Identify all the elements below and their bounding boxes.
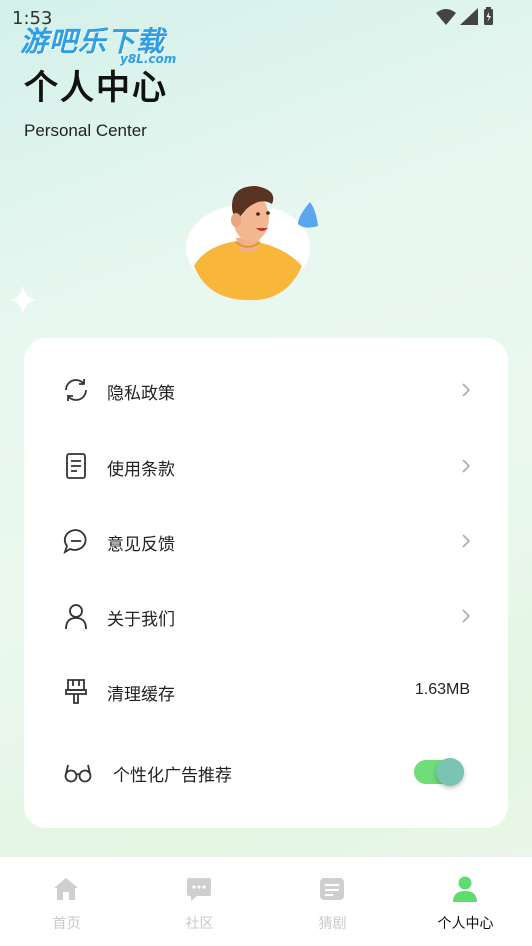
menu-label: 使用条款 xyxy=(107,460,175,480)
cache-size: 1.63MB xyxy=(414,681,470,698)
settings-card: 隐私政策 使用条款 意见反馈 关于我们 清理缓存 1.63MB 个性化广告推荐 xyxy=(24,338,508,828)
status-icons xyxy=(436,7,493,25)
menu-item-feedback[interactable]: 意见反馈 xyxy=(24,511,508,571)
tab-home[interactable]: 首页 xyxy=(0,857,133,946)
menu-item-personalized-ads: 个性化广告推荐 xyxy=(24,742,508,802)
menu-item-terms-of-use[interactable]: 使用条款 xyxy=(24,436,508,496)
signal-icon xyxy=(460,8,478,25)
menu-label: 关于我们 xyxy=(107,610,175,630)
refresh-icon xyxy=(65,379,87,401)
person-icon xyxy=(65,604,87,630)
tab-personal-center[interactable]: 个人中心 xyxy=(399,857,532,946)
toggle-knob xyxy=(436,758,464,786)
bottom-tab-bar: 首页 社区 猜剧 个人中心 xyxy=(0,856,532,946)
menu-item-about-us[interactable]: 关于我们 xyxy=(24,586,508,646)
menu-label: 隐私政策 xyxy=(107,384,175,404)
chevron-right-icon xyxy=(462,534,471,548)
menu-item-clear-cache[interactable]: 清理缓存 1.63MB xyxy=(24,661,508,721)
menu-label: 意见反馈 xyxy=(107,535,175,555)
chevron-right-icon xyxy=(462,459,471,473)
document-icon xyxy=(66,453,86,479)
tab-community[interactable]: 社区 xyxy=(133,857,266,946)
chat-bubble-icon xyxy=(63,529,87,555)
tab-label: 社区 xyxy=(185,916,214,932)
tab-label: 个人中心 xyxy=(437,916,494,932)
menu-item-privacy-policy[interactable]: 隐私政策 xyxy=(24,360,508,420)
chevron-right-icon xyxy=(462,383,471,397)
water-drop-icon xyxy=(298,202,318,228)
page-title: 个人中心 xyxy=(24,68,168,108)
message-icon xyxy=(187,878,211,901)
wifi-icon xyxy=(436,9,456,25)
list-icon xyxy=(320,878,344,900)
home-icon xyxy=(54,878,78,900)
tab-guess-drama[interactable]: 猜剧 xyxy=(266,857,399,946)
chevron-right-icon xyxy=(462,609,471,623)
tab-label: 首页 xyxy=(52,916,81,932)
menu-label: 清理缓存 xyxy=(107,685,175,705)
menu-label: 个性化广告推荐 xyxy=(113,766,232,786)
brush-icon xyxy=(65,679,87,704)
sparkle-icon xyxy=(9,285,37,315)
tab-label: 猜剧 xyxy=(318,916,347,932)
glasses-icon xyxy=(64,764,92,783)
page-subtitle: Personal Center xyxy=(24,121,147,140)
person-icon xyxy=(453,876,477,902)
personalized-ads-toggle[interactable] xyxy=(414,757,466,787)
avatar[interactable] xyxy=(186,180,326,305)
